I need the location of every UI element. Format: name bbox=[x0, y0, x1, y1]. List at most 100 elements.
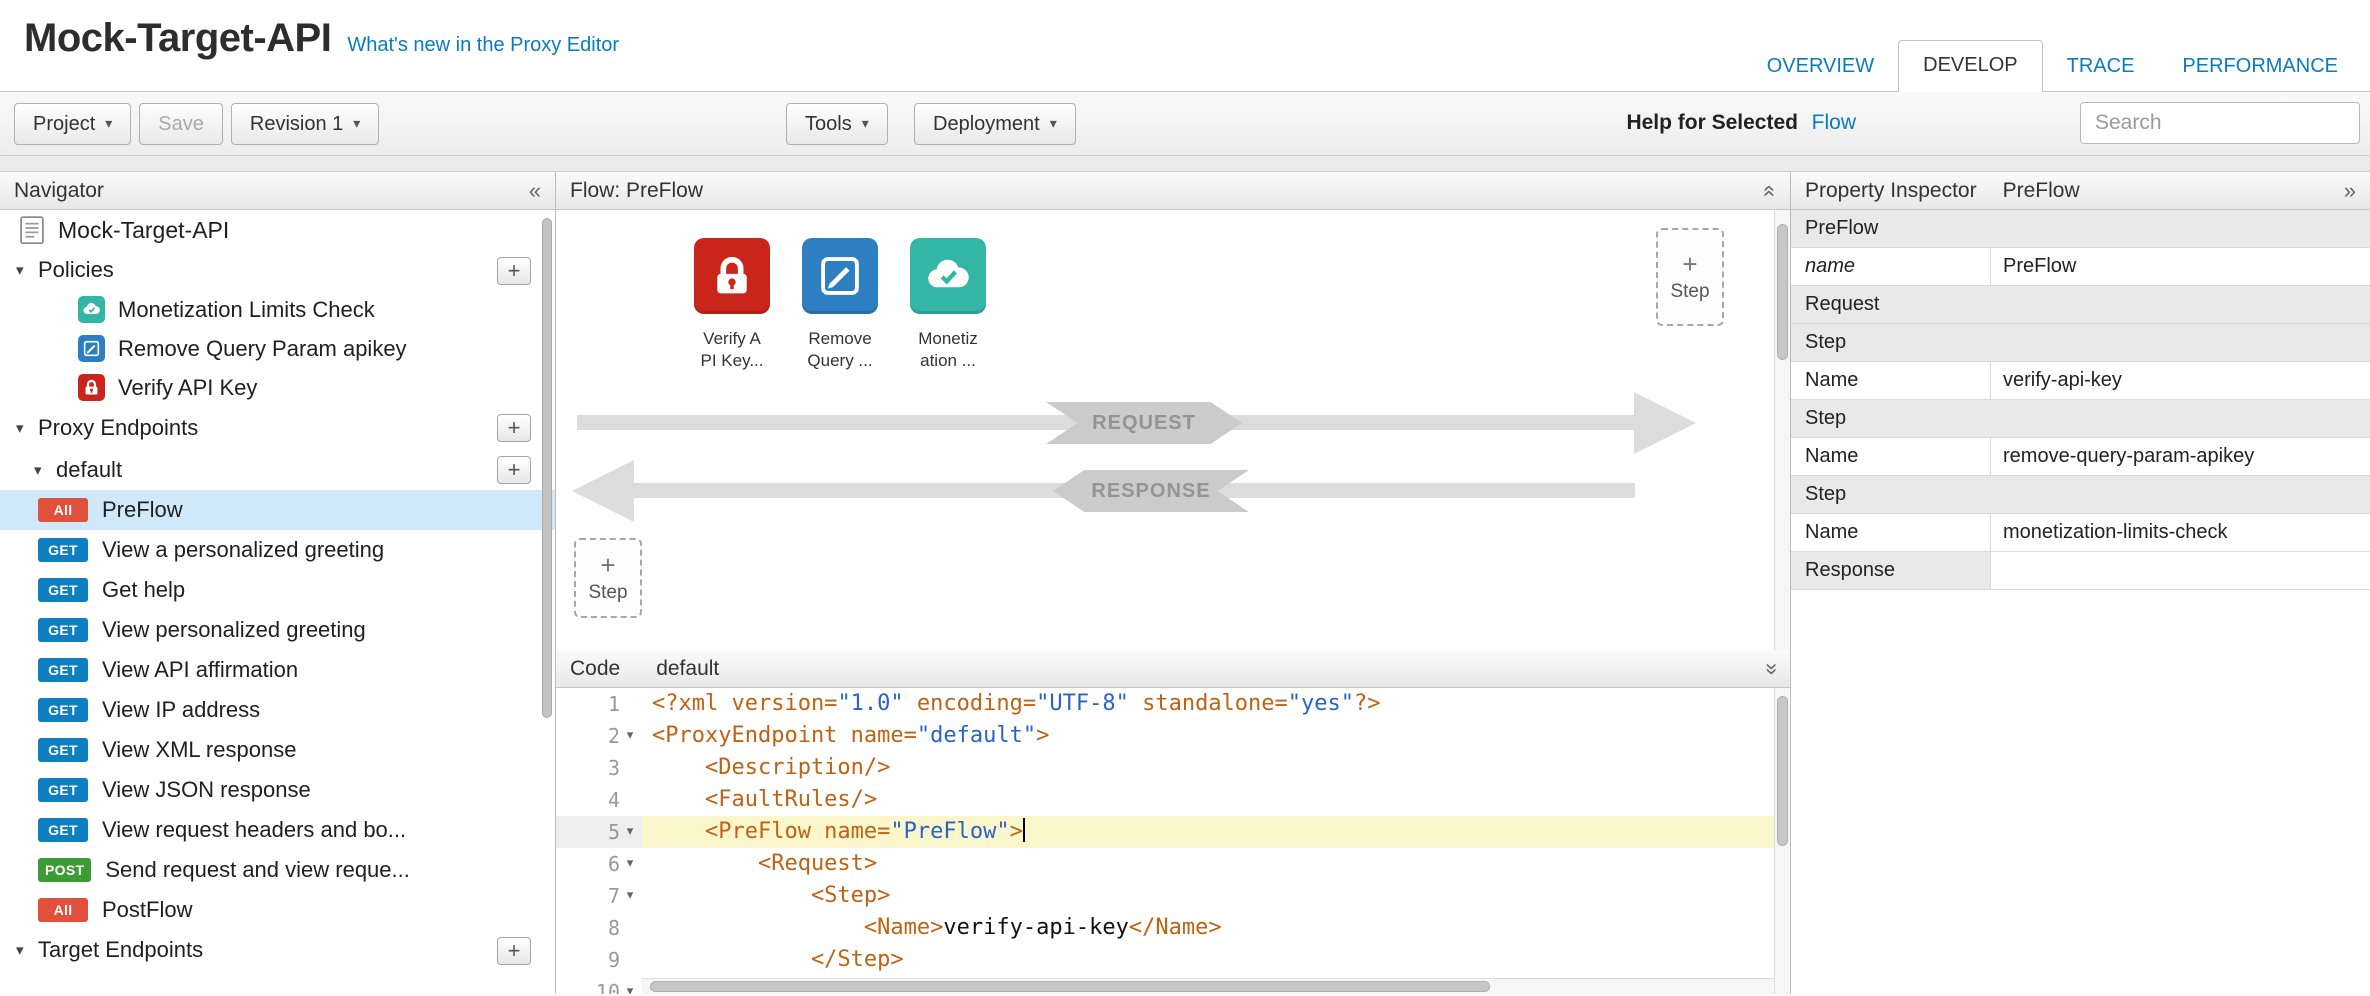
navigator-header: Navigator « bbox=[0, 172, 555, 210]
code-line[interactable]: 3 <Description/> bbox=[556, 752, 1790, 784]
code-line[interactable]: 6 ▾ <Request> bbox=[556, 848, 1790, 880]
nav-section-policies[interactable]: ▾ Policies + bbox=[0, 250, 555, 290]
endpoint-item-label: View request headers and bo... bbox=[102, 817, 406, 843]
fold-marker-icon[interactable]: ▾ bbox=[620, 880, 640, 912]
method-badge: GET bbox=[38, 818, 88, 842]
tab-overview[interactable]: OVERVIEW bbox=[1743, 42, 1898, 92]
add-policy-button[interactable]: + bbox=[497, 257, 531, 285]
code-token: > bbox=[1010, 819, 1023, 844]
endpoint-item[interactable]: GET View request headers and bo... bbox=[0, 810, 555, 850]
tools-button-label: Tools bbox=[805, 113, 852, 136]
fold-marker-icon[interactable]: ▾ bbox=[620, 720, 640, 752]
nav-section-target-endpoints[interactable]: ▾ Target Endpoints + bbox=[0, 930, 555, 970]
code-editor[interactable]: 1 <?xml version="1.0" encoding="UTF-8" s… bbox=[556, 688, 1790, 994]
project-button[interactable]: Project ▾ bbox=[14, 103, 131, 145]
flow-policy-node[interactable]: Remove Query ... bbox=[780, 238, 900, 372]
endpoint-item[interactable]: All PreFlow bbox=[0, 490, 555, 530]
navigator-panel: Navigator « Mock-Target-API ▾ Policies +… bbox=[0, 172, 556, 994]
flow-policy-label: Verify A PI Key... bbox=[701, 328, 764, 372]
flow-scrollbar bbox=[1774, 210, 1790, 650]
endpoint-item[interactable]: GET View IP address bbox=[0, 690, 555, 730]
collapse-code-panel-icon[interactable]: « bbox=[1759, 662, 1781, 674]
code-line[interactable]: 9 </Step> bbox=[556, 944, 1790, 976]
center-panel: Flow: PreFlow « REQUEST RESPONSE Verify … bbox=[556, 172, 1790, 994]
method-badge: GET bbox=[38, 538, 88, 562]
endpoint-item[interactable]: GET View API affirmation bbox=[0, 650, 555, 690]
flow-policy-node[interactable]: Verify A PI Key... bbox=[672, 238, 792, 372]
tools-button[interactable]: Tools ▾ bbox=[786, 103, 888, 145]
code-token: verify-api-key bbox=[943, 915, 1128, 940]
save-button[interactable]: Save bbox=[139, 103, 223, 145]
code-token: <Request> bbox=[652, 851, 877, 876]
endpoint-item[interactable]: GET View a personalized greeting bbox=[0, 530, 555, 570]
monetization-check-icon bbox=[78, 296, 105, 323]
revision-button-label: Revision 1 bbox=[250, 113, 343, 136]
code-line[interactable]: 2 ▾ <ProxyEndpoint name="default"> bbox=[556, 720, 1790, 752]
inspector-row-value[interactable]: verify-api-key bbox=[1991, 362, 2370, 399]
inspector-row: Response bbox=[1791, 552, 2370, 590]
policy-item[interactable]: Monetization Limits Check bbox=[0, 290, 555, 329]
navigator-scrollbar-thumb[interactable] bbox=[542, 218, 552, 718]
fold-marker-icon[interactable]: ▾ bbox=[620, 816, 640, 848]
endpoint-item[interactable]: GET View personalized greeting bbox=[0, 610, 555, 650]
inspector-row-value[interactable]: monetization-limits-check bbox=[1991, 514, 2370, 551]
flow-policy-node[interactable]: Monetiz ation ... bbox=[888, 238, 1008, 372]
code-token: ?> bbox=[1354, 691, 1381, 716]
endpoint-item[interactable]: GET View XML response bbox=[0, 730, 555, 770]
collapse-navigator-icon[interactable]: « bbox=[529, 180, 541, 202]
code-token: <FaultRules/> bbox=[652, 787, 877, 812]
code-vertical-scrollbar-thumb[interactable] bbox=[1777, 696, 1788, 846]
add-proxy-endpoint-button[interactable]: + bbox=[497, 414, 531, 442]
line-number: 1 bbox=[608, 688, 620, 720]
expand-inspector-icon[interactable]: » bbox=[2344, 180, 2356, 202]
endpoint-item[interactable]: All PostFlow bbox=[0, 890, 555, 930]
add-step-button-request[interactable]: + Step bbox=[1656, 228, 1724, 326]
code-horizontal-scrollbar-thumb[interactable] bbox=[650, 981, 1490, 992]
endpoint-item[interactable]: GET View JSON response bbox=[0, 770, 555, 810]
inspector-subject: PreFlow bbox=[2003, 179, 2080, 203]
fold-marker-icon[interactable]: ▾ bbox=[620, 976, 640, 994]
add-target-endpoint-button[interactable]: + bbox=[497, 937, 531, 965]
inspector-row-value[interactable] bbox=[1991, 552, 2370, 589]
revision-button[interactable]: Revision 1 ▾ bbox=[231, 103, 379, 145]
collapse-flow-panel-icon[interactable]: « bbox=[1759, 184, 1781, 196]
code-line[interactable]: 1 <?xml version="1.0" encoding="UTF-8" s… bbox=[556, 688, 1790, 720]
tab-develop[interactable]: DEVELOP bbox=[1898, 40, 2042, 92]
tab-performance[interactable]: PERFORMANCE bbox=[2158, 42, 2362, 92]
endpoint-item[interactable]: POST Send request and view reque... bbox=[0, 850, 555, 890]
nav-root-item[interactable]: Mock-Target-API bbox=[0, 210, 555, 250]
nav-group-default[interactable]: ▾ default + bbox=[0, 449, 555, 490]
deployment-button[interactable]: Deployment ▾ bbox=[914, 103, 1076, 145]
plus-icon: + bbox=[600, 552, 615, 578]
endpoint-item-label: View a personalized greeting bbox=[102, 537, 384, 563]
add-flow-button[interactable]: + bbox=[497, 456, 531, 484]
target-endpoints-section-label: Target Endpoints bbox=[38, 937, 203, 963]
tab-trace[interactable]: TRACE bbox=[2043, 42, 2159, 92]
page-title: Mock-Target-API bbox=[24, 16, 331, 61]
inspector-row-label: PreFlow bbox=[1791, 210, 2370, 247]
endpoint-item-label: View IP address bbox=[102, 697, 260, 723]
search-input[interactable] bbox=[2080, 102, 2360, 144]
policy-item[interactable]: Remove Query Param apikey bbox=[0, 329, 555, 368]
flow-help-link[interactable]: Flow bbox=[1812, 111, 1856, 135]
fold-marker-icon[interactable]: ▾ bbox=[620, 848, 640, 880]
code-gutter: 3 bbox=[556, 752, 642, 784]
nav-section-proxy-endpoints[interactable]: ▾ Proxy Endpoints + bbox=[0, 407, 555, 449]
code-line[interactable]: 8 <Name>verify-api-key</Name> bbox=[556, 912, 1790, 944]
code-line[interactable]: 5 ▾ <PreFlow name="PreFlow"> bbox=[556, 816, 1790, 848]
flow-policy-label: Monetiz ation ... bbox=[918, 328, 978, 372]
code-line[interactable]: 7 ▾ <Step> bbox=[556, 880, 1790, 912]
code-token: <Description/> bbox=[652, 755, 890, 780]
add-step-button-response[interactable]: + Step bbox=[574, 538, 642, 618]
step-button-label: Step bbox=[588, 582, 627, 604]
main-area: Navigator « Mock-Target-API ▾ Policies +… bbox=[0, 172, 2370, 994]
endpoint-list: All PreFlow GET View a personalized gree… bbox=[0, 490, 555, 930]
policy-item[interactable]: Verify API Key bbox=[0, 368, 555, 407]
inspector-row-value[interactable]: remove-query-param-apikey bbox=[1991, 438, 2370, 475]
flow-scrollbar-thumb[interactable] bbox=[1777, 224, 1788, 360]
line-number: 6 bbox=[608, 848, 620, 880]
whats-new-link[interactable]: What's new in the Proxy Editor bbox=[347, 34, 619, 57]
code-line[interactable]: 4 <FaultRules/> bbox=[556, 784, 1790, 816]
endpoint-item[interactable]: GET Get help bbox=[0, 570, 555, 610]
inspector-row-value[interactable]: PreFlow bbox=[1991, 248, 2370, 285]
